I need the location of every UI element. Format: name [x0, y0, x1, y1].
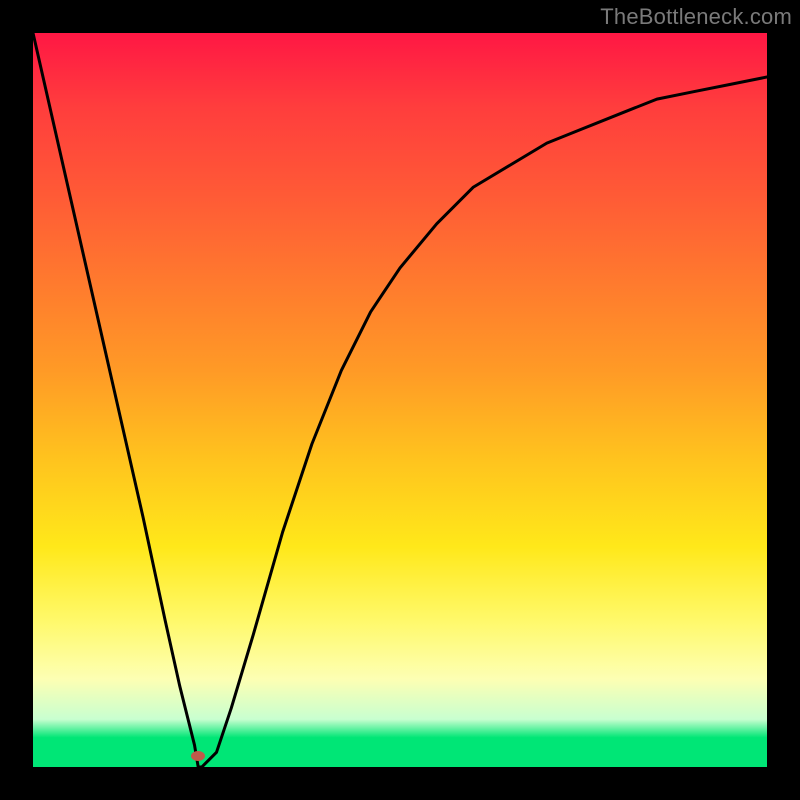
watermark-text: TheBottleneck.com [600, 4, 792, 30]
chart-frame: TheBottleneck.com [0, 0, 800, 800]
bottleneck-curve [33, 33, 767, 767]
plot-area [33, 33, 767, 767]
curve-path [33, 33, 767, 767]
